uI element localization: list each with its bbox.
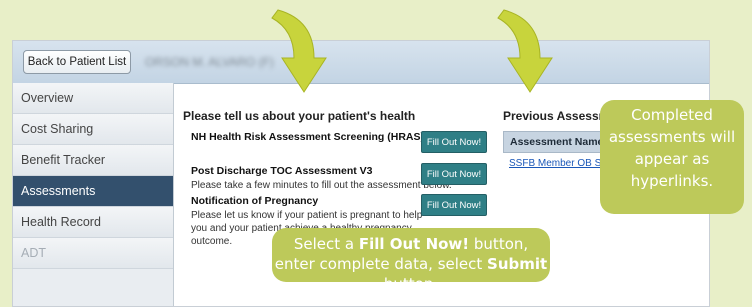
callout-emphasis: Fill Out Now! (358, 235, 470, 253)
pointer-arrow-icon (497, 9, 553, 93)
sidebar-item-adt[interactable]: ADT (13, 238, 173, 269)
section-title: Please tell us about your patient's heal… (183, 109, 416, 123)
toolbar: Back to Patient List ORSON M. ALVARO (F) (13, 41, 709, 84)
sidebar-item-benefit-tracker[interactable]: Benefit Tracker (13, 145, 173, 176)
callout-emphasis: Submit (487, 255, 548, 273)
sidebar-item-cost-sharing[interactable]: Cost Sharing (13, 114, 173, 145)
sidebar-item-health-record[interactable]: Health Record (13, 207, 173, 238)
fill-out-now-button[interactable]: Fill Out Now! (421, 131, 487, 153)
fill-out-now-button[interactable]: Fill Out Now! (421, 163, 487, 185)
sidebar-item-overview[interactable]: Overview (13, 83, 173, 114)
assessment-title: Notification of Pregnancy (191, 195, 319, 207)
callout-text: button. (383, 275, 439, 293)
callout-text: Select a (293, 235, 359, 253)
sidebar: Overview Cost Sharing Benefit Tracker As… (13, 83, 174, 306)
sidebar-item-assessments[interactable]: Assessments (13, 176, 173, 207)
callout-instructions: Select a Fill Out Now! button, enter com… (272, 228, 550, 293)
callout-hyperlinks: Completed assessments will appear as hyp… (600, 100, 744, 214)
back-to-patient-list-button[interactable]: Back to Patient List (23, 50, 131, 74)
fill-out-now-button[interactable]: Fill Out Now! (421, 194, 487, 216)
pointer-arrow-icon (271, 9, 327, 93)
